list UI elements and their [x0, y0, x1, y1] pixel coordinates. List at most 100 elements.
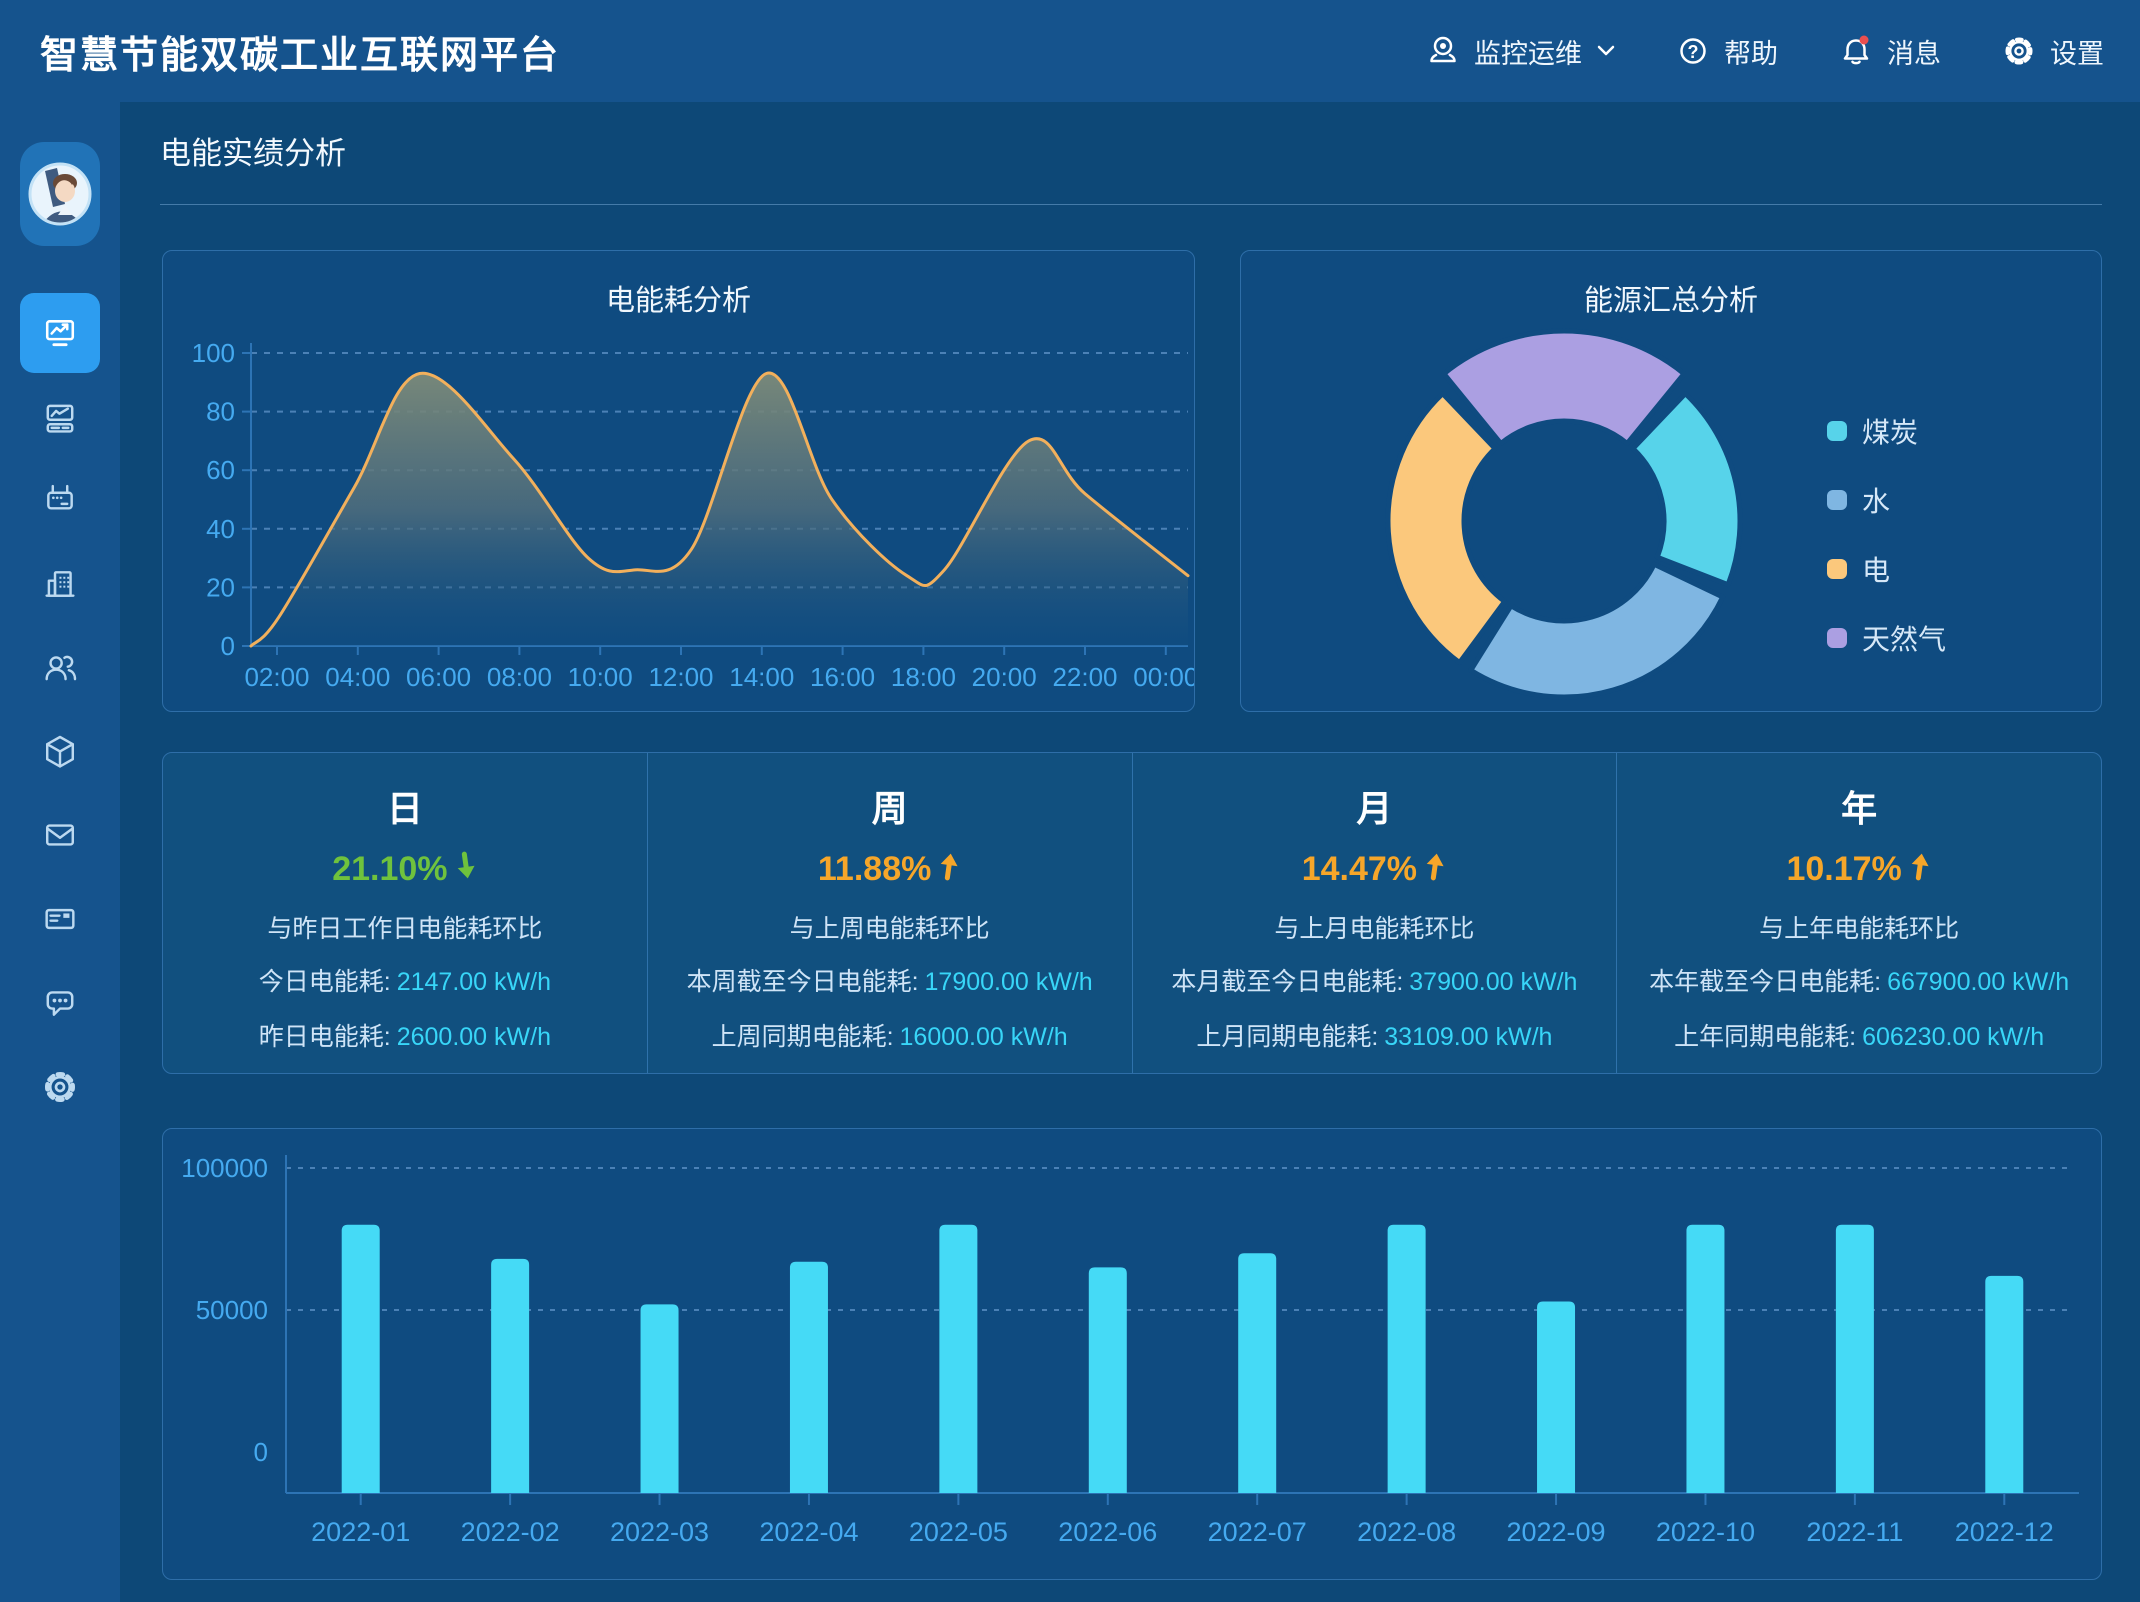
svg-text:00:00: 00:00	[1133, 662, 1194, 692]
chat-icon	[40, 983, 80, 1023]
stat-period-label: 月	[1356, 791, 1392, 827]
menu-item-label: 监控运维	[1474, 32, 1582, 71]
gear-icon	[2001, 33, 2037, 69]
stat-row-label: 上月同期电能耗:	[1196, 1023, 1378, 1051]
sidebar-item-users[interactable]	[20, 628, 100, 708]
svg-text:?: ?	[1688, 42, 1699, 62]
svg-text:08:00: 08:00	[487, 662, 552, 692]
svg-text:2022-06: 2022-06	[1058, 1517, 1157, 1547]
stat-period-label: 年	[1841, 791, 1877, 827]
stat-row: 今日电能耗:2147.00 kW/h	[259, 967, 551, 997]
stat-row-value: 17900.00 kW/h	[925, 968, 1093, 996]
stat-description: 与昨日工作日电能耗环比	[267, 917, 542, 942]
header-menu: 监控运维 ?帮助 消息 设置	[1425, 32, 2104, 71]
stat-row-value: 33109.00 kW/h	[1384, 1023, 1552, 1051]
page-title: 电能实绩分析	[160, 128, 346, 173]
trend-up-arrow-icon	[1908, 851, 1932, 887]
sidebar-item-assets[interactable]	[20, 712, 100, 792]
stat-row: 本年截至今日电能耗:667900.00 kW/h	[1649, 967, 2069, 997]
svg-text:20: 20	[206, 572, 235, 602]
router-icon	[40, 480, 80, 520]
stat-card-周: 周 11.88% 与上周电能耗环比本周截至今日电能耗:17900.00 kW/h 上周…	[647, 753, 1132, 1073]
svg-text:0: 0	[221, 631, 235, 661]
line-chart-title: 电能耗分析	[163, 277, 1194, 319]
sidebar-item-billing[interactable]	[20, 879, 100, 959]
donut-chart-title: 能源汇总分析	[1241, 277, 2101, 319]
monitor-chart-icon	[40, 313, 80, 353]
svg-text:40: 40	[206, 514, 235, 544]
period-stats-row: 日21.10%与昨日工作日电能耗环比今日电能耗:2147.00 kW/h昨日电能…	[162, 752, 2102, 1074]
bell-icon	[1838, 33, 1874, 69]
stat-percent: 14.47%	[1302, 851, 1447, 887]
trend-up-arrow-icon	[937, 851, 961, 887]
stat-row-label: 本周截至今日电能耗:	[687, 968, 919, 996]
sidebar-item-enterprise[interactable]	[20, 544, 100, 624]
svg-text:60: 60	[206, 455, 235, 485]
sidebar-item-feedback[interactable]	[20, 963, 100, 1043]
menu-item-help[interactable]: ?帮助	[1675, 32, 1778, 71]
users-icon	[40, 648, 80, 688]
sidebar-item-system-settings[interactable]	[20, 1047, 100, 1127]
stat-description: 与上周电能耗环比	[790, 917, 990, 942]
stat-row: 上年同期电能耗:606230.00 kW/h	[1674, 1022, 2044, 1052]
legend-marker	[1827, 421, 1847, 441]
sidebar-item-mail[interactable]	[20, 795, 100, 875]
user-avatar-image	[27, 161, 93, 227]
legend-marker	[1827, 490, 1847, 510]
menu-item-settings[interactable]: 设置	[2001, 32, 2104, 71]
legend-item-煤炭[interactable]: 煤炭	[1827, 411, 1946, 451]
sidebar-item-energy-analysis[interactable]	[20, 293, 100, 373]
monthly-bar-chart: 0500001000002022-012022-022022-032022-04…	[163, 1129, 2101, 1579]
donut-legend: 煤炭水电天然气	[1827, 411, 1946, 658]
svg-text:2022-09: 2022-09	[1506, 1517, 1605, 1547]
svg-text:2022-07: 2022-07	[1208, 1517, 1307, 1547]
legend-item-水[interactable]: 水	[1827, 480, 1946, 520]
stat-card-年: 年10.17%与上年电能耗环比本年截至今日电能耗:667900.00 kW/h上…	[1616, 753, 2101, 1073]
monthly-bar-chart-card: 0500001000002022-012022-022022-032022-04…	[162, 1128, 2102, 1580]
menu-item-messages[interactable]: 消息	[1838, 32, 1941, 71]
stat-row-label: 昨日电能耗:	[259, 1023, 391, 1051]
svg-text:10:00: 10:00	[568, 662, 633, 692]
stat-row-label: 本月截至今日电能耗:	[1171, 968, 1403, 996]
legend-marker	[1827, 628, 1847, 648]
stat-row-value: 37900.00 kW/h	[1409, 968, 1577, 996]
card-icon	[40, 899, 80, 939]
stat-row: 昨日电能耗:2600.00 kW/h	[259, 1022, 551, 1052]
trend-up-arrow-icon	[1423, 851, 1447, 887]
sidebar-item-report-board[interactable]	[20, 377, 100, 457]
stat-row-label: 今日电能耗:	[259, 968, 391, 996]
avatar[interactable]	[20, 142, 100, 246]
stat-row-label: 上周同期电能耗:	[712, 1023, 894, 1051]
stat-card-日: 日21.10%与昨日工作日电能耗环比今日电能耗:2147.00 kW/h昨日电能…	[163, 753, 647, 1073]
menu-item-label: 设置	[2050, 32, 2104, 71]
svg-text:2022-11: 2022-11	[1806, 1517, 1903, 1547]
gear-icon	[40, 1067, 80, 1107]
legend-item-天然气[interactable]: 天然气	[1827, 618, 1946, 658]
svg-text:16:00: 16:00	[810, 662, 875, 692]
svg-text:20:00: 20:00	[972, 662, 1037, 692]
menu-item-label: 消息	[1887, 32, 1941, 71]
envelope-icon	[40, 815, 80, 855]
stat-period-label: 周	[872, 791, 908, 827]
building-icon	[40, 564, 80, 604]
svg-text:18:00: 18:00	[891, 662, 956, 692]
svg-text:12:00: 12:00	[648, 662, 713, 692]
sidebar	[0, 102, 120, 1602]
svg-text:2022-04: 2022-04	[759, 1517, 858, 1547]
menu-item-monitor-ops[interactable]: 监控运维	[1425, 32, 1615, 71]
stat-row-value: 16000.00 kW/h	[900, 1023, 1068, 1051]
stat-row: 上月同期电能耗:33109.00 kW/h	[1196, 1022, 1552, 1052]
sidebar-item-gateway-device[interactable]	[20, 460, 100, 540]
chart-board-icon	[40, 397, 80, 437]
chevron-down-icon	[1595, 45, 1615, 57]
svg-text:0: 0	[254, 1437, 268, 1467]
energy-line-chart: 02040608010002:0004:0006:0008:0010:0012:…	[163, 251, 1194, 711]
help-icon: ?	[1675, 33, 1711, 69]
stat-row-value: 2147.00 kW/h	[397, 968, 551, 996]
legend-label: 电	[1862, 549, 1890, 589]
svg-text:14:00: 14:00	[729, 662, 794, 692]
stat-percent: 11.88%	[818, 851, 961, 887]
legend-item-电[interactable]: 电	[1827, 549, 1946, 589]
svg-text:22:00: 22:00	[1052, 662, 1117, 692]
svg-text:2022-03: 2022-03	[610, 1517, 709, 1547]
